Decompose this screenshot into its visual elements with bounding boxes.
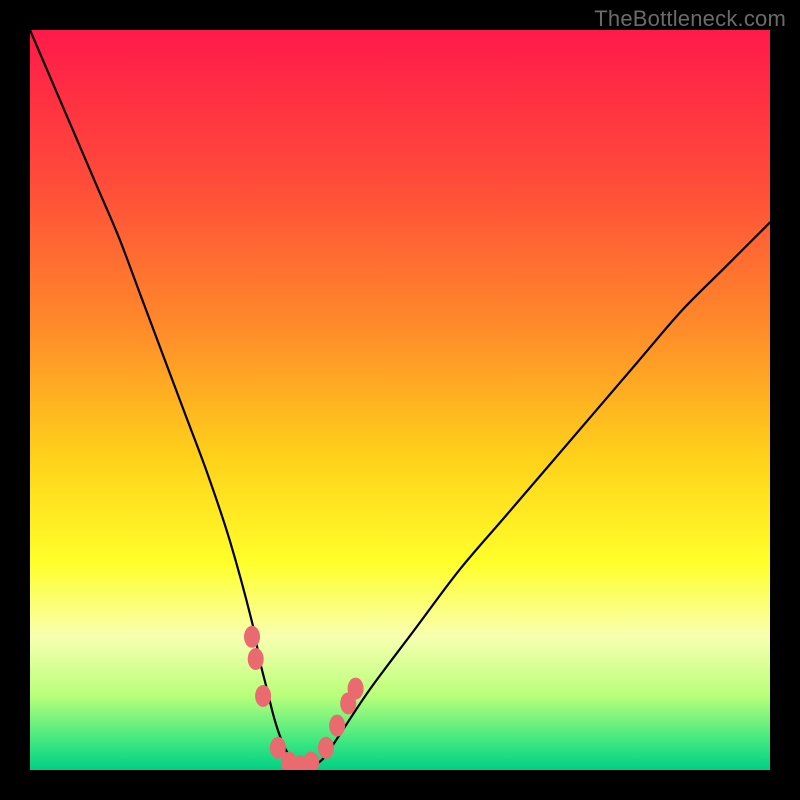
chart-plot-area (30, 30, 770, 770)
watermark-text: TheBottleneck.com (594, 6, 786, 32)
chart-background-gradient (30, 30, 770, 770)
curve-bead (248, 648, 264, 670)
bottleneck-chart (30, 30, 770, 770)
curve-bead (348, 678, 364, 700)
curve-bead (255, 685, 271, 707)
chart-frame: TheBottleneck.com (0, 0, 800, 800)
curve-bead (318, 737, 334, 759)
curve-bead (329, 715, 345, 737)
curve-bead (244, 626, 260, 648)
